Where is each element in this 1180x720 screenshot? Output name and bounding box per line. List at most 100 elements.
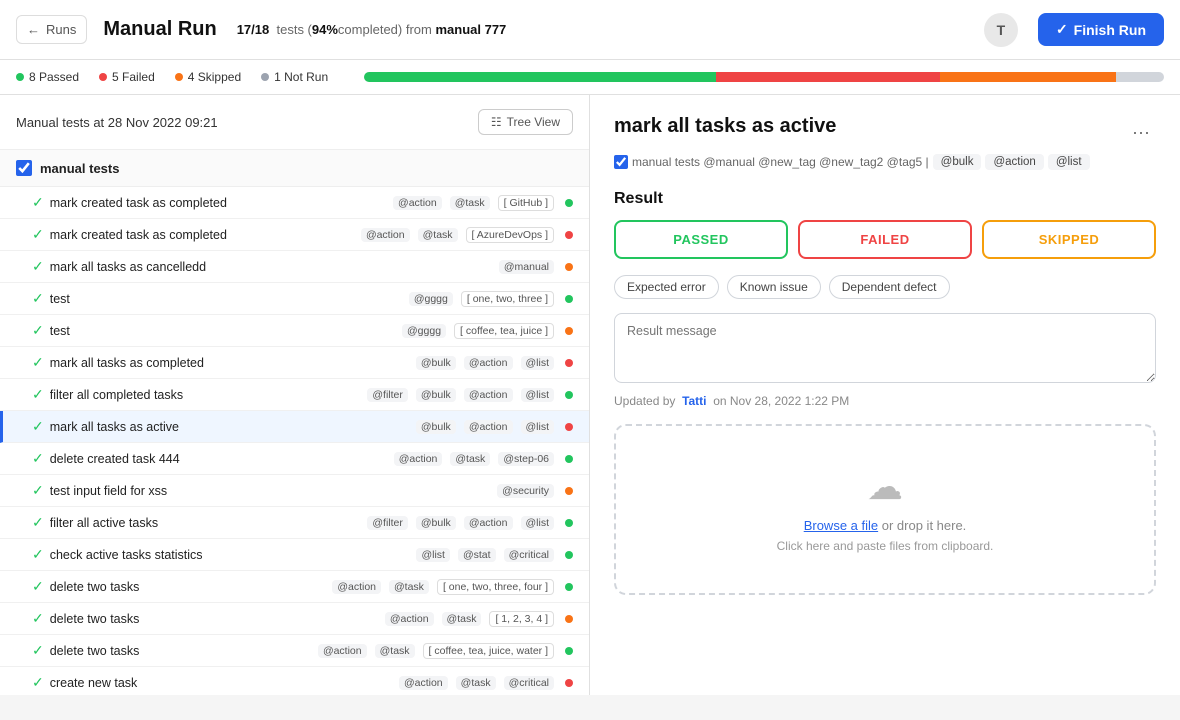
test-row[interactable]: ✓create new task@action@task@critical [0,667,589,695]
test-row[interactable]: ✓delete created task 444@action@task@ste… [0,443,589,475]
test-name: mark all tasks as cancelledd [50,260,492,274]
bracket-tag: [ one, two, three ] [461,291,554,307]
test-row[interactable]: ✓filter all active tasks@filter@bulk@act… [0,507,589,539]
test-row[interactable]: ✓mark created task as completed@action@t… [0,187,589,219]
header: ← Runs Manual Run 17/18 tests (94%comple… [0,0,1180,60]
test-tag: @bulk [416,388,456,402]
check-icon: ✓ [32,354,44,371]
test-tag: @filter [367,516,408,530]
test-tag: @list [521,356,555,370]
status-dot [565,231,573,239]
test-name: test input field for xss [50,484,490,498]
test-tag: @task [456,676,496,690]
status-dot [565,295,573,303]
test-row[interactable]: ✓test input field for xss@security [0,475,589,507]
back-button[interactable]: ← Runs [16,15,87,44]
bracket-tag: [ 1, 2, 3, 4 ] [489,611,554,627]
more-options-button[interactable]: ··· [1126,120,1156,145]
run-meta: 17/18 tests (94%completed) from manual 7… [237,22,507,37]
not-run-dot [261,73,269,81]
result-buttons: PASSED FAILED SKIPPED [614,220,1156,259]
test-row[interactable]: ✓delete two tasks@action@task[ coffee, t… [0,635,589,667]
test-tag: @bulk [416,420,456,434]
test-tag: @action [385,612,434,626]
test-row[interactable]: ✓mark all tasks as cancelledd@manual [0,251,589,283]
group-name: manual tests [40,161,119,176]
stat-skipped: 4 Skipped [175,70,241,84]
check-icon: ✓ [32,450,44,467]
skipped-count: 4 Skipped [188,70,241,84]
tree-view-label: Tree View [507,115,560,129]
right-checkbox[interactable] [614,155,628,169]
stat-failed: 5 Failed [99,70,155,84]
test-row[interactable]: ✓check active tasks statistics@list@stat… [0,539,589,571]
test-row[interactable]: ✓mark all tasks as active@bulk@action@li… [0,411,589,443]
bracket-tag: [ coffee, tea, juice ] [454,323,554,339]
failed-count: 5 Failed [112,70,155,84]
test-tag: @bulk [416,356,456,370]
tag-list: @list [1048,154,1090,170]
test-name: delete two tasks [50,580,326,594]
passed-dot [16,73,24,81]
test-tag: @action [318,644,367,658]
tag-action: @action [985,154,1043,170]
skipped-button[interactable]: SKIPPED [982,220,1156,259]
result-message-textarea[interactable] [614,313,1156,383]
test-name: mark created task as completed [50,228,354,242]
stat-not-run: 1 Not Run [261,70,328,84]
test-row[interactable]: ✓filter all completed tasks@filter@bulk@… [0,379,589,411]
check-icon: ✓ [32,546,44,563]
status-dot [565,391,573,399]
test-list: ✓ mark created task as completed @action @t… [0,187,589,695]
test-tag: @filter [367,388,408,402]
test-row[interactable]: ✓mark created task as completed@action@t… [0,219,589,251]
progress-red [716,72,940,82]
run-count: 17/18 [237,22,270,37]
test-tag: @critical [504,548,554,562]
failed-button[interactable]: FAILED [798,220,972,259]
test-name: delete two tasks [50,612,378,626]
tree-view-button[interactable]: ☷ Tree View [478,109,573,135]
error-tag[interactable]: Dependent defect [829,275,950,299]
test-row[interactable]: ✓delete two tasks@action@task[ 1, 2, 3, … [0,603,589,635]
check-icon: ✓ [32,674,44,691]
test-name: test [50,324,395,338]
group-checkbox[interactable] [16,160,32,176]
upload-area[interactable]: ☁ Browse a file or drop it here. Click h… [614,424,1156,595]
avatar: T [984,13,1018,47]
test-name: filter all active tasks [50,516,361,530]
test-tag: @task [375,644,415,658]
error-tag[interactable]: Expected error [614,275,719,299]
passed-button[interactable]: PASSED [614,220,788,259]
run-pct: 94% [312,22,338,37]
test-row[interactable]: ✓test@gggg[ coffee, tea, juice ] [0,315,589,347]
test-name: delete created task 444 [50,452,387,466]
finish-run-button[interactable]: ✓ Finish Run [1038,13,1164,46]
failed-dot [99,73,107,81]
test-tag: @action [361,228,410,242]
test-tag: @action [393,196,442,210]
status-dot [565,423,573,431]
test-tag: @manual [499,260,554,274]
status-dot [565,583,573,591]
test-row[interactable]: ✓mark all tasks as completed@bulk@action… [0,347,589,379]
browse-file-link[interactable]: Browse a file [804,518,878,533]
status-dot [565,263,573,271]
checkmark-icon: ✓ [1056,21,1068,38]
progress-bar [364,72,1164,82]
status-dot [565,551,573,559]
stat-passed: 8 Passed [16,70,79,84]
test-tag: @list [521,388,555,402]
test-row[interactable]: ✓delete two tasks@action@task[ one, two,… [0,571,589,603]
bracket-tag: [ coffee, tea, juice, water ] [423,643,554,659]
test-tag: @step-06 [498,452,554,466]
test-name: test [50,292,402,306]
test-tag: @action [464,356,513,370]
status-dot [565,487,573,495]
error-tag[interactable]: Known issue [727,275,821,299]
test-tag: @action [464,420,513,434]
upload-text1: or drop it here. [882,518,967,533]
test-tag: @list [521,516,555,530]
back-icon: ← [27,22,40,37]
test-row[interactable]: ✓test@gggg[ one, two, three ] [0,283,589,315]
